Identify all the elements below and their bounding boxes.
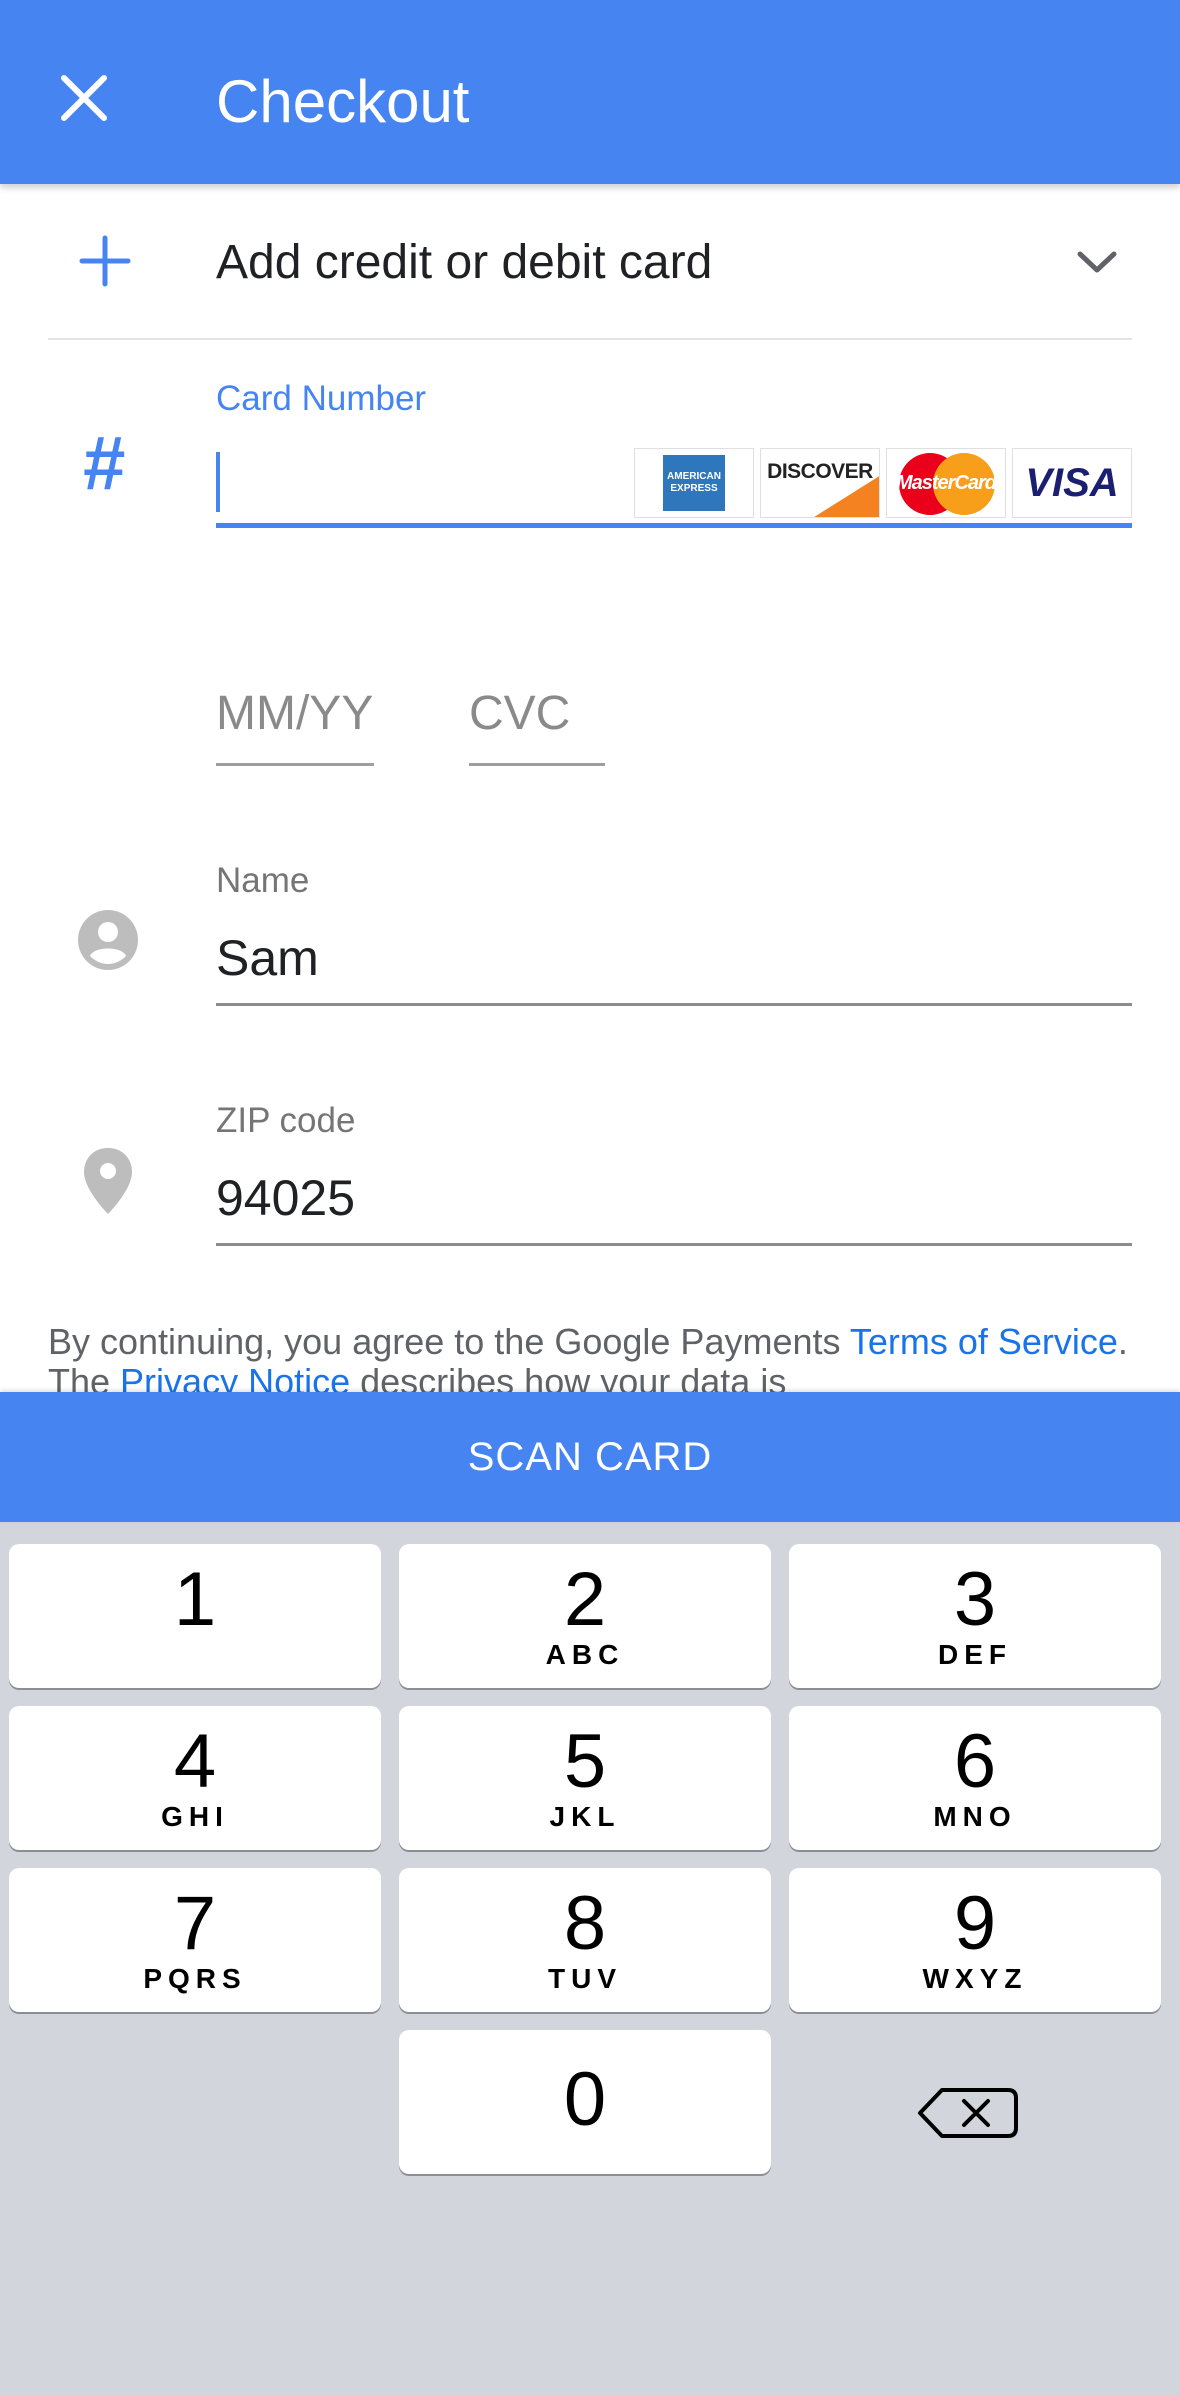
key-5[interactable]: 5 JKL: [399, 1706, 771, 1850]
zip-label: ZIP code: [216, 1101, 356, 1140]
key-4[interactable]: 4 GHI: [9, 1706, 381, 1850]
chevron-down-icon[interactable]: [1072, 242, 1122, 282]
location-pin-icon: [84, 1148, 132, 1214]
amex-logo: AMERICAN EXPRESS: [634, 448, 754, 518]
backspace-icon[interactable]: [912, 2068, 1032, 2158]
plus-icon: [79, 235, 131, 287]
privacy-link[interactable]: Privacy Notice: [120, 1361, 350, 1393]
legal-text: By continuing, you agree to the Google P…: [48, 1322, 1132, 1392]
key-8[interactable]: 8 TUV: [399, 1868, 771, 2012]
scan-card-button[interactable]: SCAN CARD: [0, 1392, 1180, 1522]
visa-logo: VISA: [1012, 448, 1132, 518]
person-icon: [78, 910, 138, 970]
add-card-row[interactable]: Add credit or debit card: [48, 190, 1132, 340]
cvc-input[interactable]: CVC: [469, 674, 605, 766]
name-label: Name: [216, 861, 310, 900]
key-2[interactable]: 2 ABC: [399, 1544, 771, 1688]
close-button[interactable]: [48, 62, 120, 134]
key-3[interactable]: 3 DEF: [789, 1544, 1161, 1688]
add-card-label: Add credit or debit card: [216, 236, 713, 289]
numeric-keypad: 1 2 ABC 3 DEF 4 GHI 5 JKL 6 MNO 7 PQRS 8…: [0, 1522, 1180, 2396]
terms-link[interactable]: Terms of Service: [850, 1322, 1118, 1362]
name-input[interactable]: Sam: [216, 914, 1132, 1006]
key-1[interactable]: 1: [9, 1544, 381, 1688]
mastercard-logo: MasterCard: [886, 448, 1006, 518]
zip-input[interactable]: 94025: [216, 1154, 1132, 1246]
app-bar: Checkout: [0, 0, 1180, 184]
card-number-label: Card Number: [216, 379, 427, 418]
expiry-input[interactable]: MM/YY: [216, 674, 374, 766]
close-icon: [61, 75, 107, 121]
card-number-input[interactable]: AMERICAN EXPRESS DISCOVER MasterCard VIS…: [216, 438, 1132, 528]
hash-icon: #: [82, 421, 125, 506]
key-6[interactable]: 6 MNO: [789, 1706, 1161, 1850]
discover-logo: DISCOVER: [760, 448, 880, 518]
key-7[interactable]: 7 PQRS: [9, 1868, 381, 2012]
page-title: Checkout: [216, 68, 470, 135]
text-caret: [216, 452, 220, 512]
key-0[interactable]: 0: [399, 2030, 771, 2174]
key-9[interactable]: 9 WXYZ: [789, 1868, 1161, 2012]
card-brand-logos: AMERICAN EXPRESS DISCOVER MasterCard VIS…: [634, 448, 1132, 518]
